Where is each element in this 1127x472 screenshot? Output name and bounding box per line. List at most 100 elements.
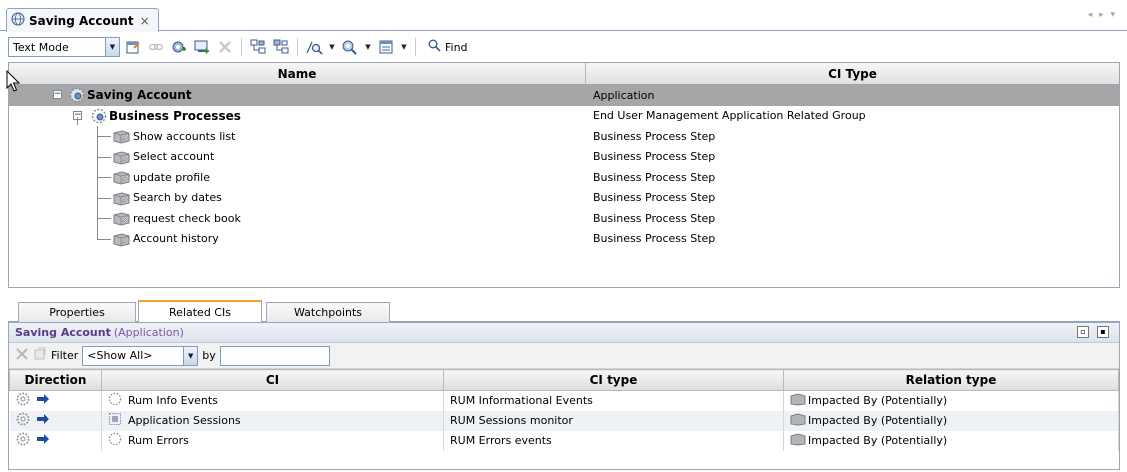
column-header-ci-type[interactable]: CI Type bbox=[586, 63, 1119, 84]
ci-name: Rum Info Events bbox=[128, 394, 218, 408]
delete-icon[interactable] bbox=[215, 37, 235, 57]
column-header-name[interactable]: Name bbox=[9, 63, 586, 84]
search-ci-icon[interactable] bbox=[340, 37, 360, 57]
tree-row[interactable]: request check book Business Process Step bbox=[9, 208, 1119, 229]
tree-row[interactable]: Search by dates Business Process Step bbox=[9, 187, 1119, 208]
tree-type-cell: Application bbox=[593, 88, 655, 102]
collapse-icon[interactable]: − bbox=[53, 90, 62, 99]
find-button[interactable]: Find bbox=[422, 37, 474, 57]
tree-line bbox=[97, 156, 111, 158]
tree-type-cell: Business Process Step bbox=[593, 211, 716, 225]
mode-select[interactable]: Text Mode ▼ bbox=[8, 37, 120, 57]
business-process-icon bbox=[91, 108, 107, 124]
tree-row[interactable]: Account history Business Process Step bbox=[9, 228, 1119, 250]
ci-name: Rum Errors bbox=[128, 434, 189, 447]
tab-title: Saving Account bbox=[29, 13, 134, 28]
related-ci-row[interactable]: Application Sessions RUM Sessions monitor… bbox=[9, 410, 1119, 431]
tree-name-cell: Account history bbox=[9, 228, 586, 250]
tab-watchpoints[interactable]: Watchpoints bbox=[266, 302, 390, 322]
tree-row-label: Select account bbox=[133, 150, 215, 164]
relation-type: Impacted By (Potentially) bbox=[808, 434, 948, 447]
properties-icon[interactable] bbox=[123, 37, 143, 57]
chevron-down-icon[interactable]: ▼ bbox=[363, 43, 373, 51]
mouse-cursor-icon bbox=[6, 70, 20, 92]
relation-type: Impacted By (Potentially) bbox=[808, 394, 948, 408]
tree-row-label: Search by dates bbox=[133, 191, 222, 205]
tree-name-cell: update profile bbox=[9, 167, 586, 188]
tree-type-cell: Business Process Step bbox=[593, 129, 716, 143]
by-label: by bbox=[202, 349, 216, 362]
maximize-icon[interactable]: ▪ bbox=[1097, 326, 1109, 338]
direction-cell bbox=[9, 410, 102, 431]
relation-icon bbox=[790, 392, 806, 409]
related-ci-row[interactable]: Rum Info Events RUM Informational Events I… bbox=[9, 390, 1119, 411]
refresh-icon[interactable] bbox=[33, 347, 47, 364]
panel-window-controls: ▫ ▪ bbox=[1077, 326, 1109, 338]
tab-related-cis[interactable]: Related CIs bbox=[138, 300, 262, 323]
panel-title-ci: Saving Account bbox=[15, 326, 111, 339]
related-ci-row[interactable]: Rum Errors RUM Errors events Impacted By (… bbox=[9, 430, 1119, 451]
direction-cell bbox=[9, 390, 102, 411]
tree-type-cell: Business Process Step bbox=[593, 232, 716, 246]
add-related-icon[interactable] bbox=[192, 37, 212, 57]
tree-type-cell: Business Process Step bbox=[593, 150, 716, 164]
restore-icon[interactable]: ▫ bbox=[1077, 326, 1089, 338]
add-ci-icon[interactable] bbox=[169, 37, 189, 57]
filter-text-input[interactable] bbox=[219, 345, 330, 366]
relation-type-cell: Impacted By (Potentially) bbox=[783, 430, 1119, 451]
tree-row[interactable]: − Business Processes End User Management A… bbox=[9, 106, 1119, 127]
tree-row-label: request check book bbox=[133, 211, 241, 225]
session-monitor-icon bbox=[108, 412, 122, 429]
column-header-relation-type[interactable]: Relation type bbox=[783, 369, 1119, 391]
expand-icon[interactable] bbox=[248, 37, 268, 57]
filter-label: Filter bbox=[51, 349, 79, 362]
tree-row[interactable]: update profile Business Process Step bbox=[9, 167, 1119, 188]
chevron-down-icon[interactable]: ▼ bbox=[399, 43, 409, 51]
event-icon bbox=[108, 432, 122, 449]
chevron-down-icon[interactable]: ▼ bbox=[105, 38, 119, 56]
tree-row[interactable]: Select account Business Process Step bbox=[9, 146, 1119, 167]
tree-header: Name CI Type bbox=[9, 63, 1119, 85]
ci-gear-icon bbox=[16, 412, 30, 429]
tab-saving-account[interactable]: Saving Account × bbox=[6, 8, 159, 32]
relation-type-cell: Impacted By (Potentially) bbox=[783, 410, 1119, 431]
tree-row-label: Show accounts list bbox=[133, 129, 236, 143]
arrow-right-icon bbox=[36, 433, 50, 448]
step-icon bbox=[112, 231, 130, 247]
tree-body: − Saving Account Application − Business Proc… bbox=[9, 85, 1119, 249]
collapse-icon[interactable] bbox=[271, 37, 291, 57]
chevron-down-icon[interactable]: ▼ bbox=[183, 346, 198, 365]
tree-line bbox=[97, 177, 111, 178]
tab-properties[interactable]: Properties bbox=[18, 302, 136, 322]
ci-name: Application Sessions bbox=[128, 414, 241, 427]
globe-icon bbox=[11, 12, 25, 29]
tree-line bbox=[97, 218, 111, 219]
delete-icon[interactable] bbox=[15, 347, 29, 364]
arrow-right-icon bbox=[36, 393, 50, 408]
ci-cell: Rum Info Events bbox=[101, 390, 444, 411]
application-icon bbox=[69, 87, 85, 103]
chevron-down-icon[interactable]: ▼ bbox=[327, 43, 337, 51]
layout-icon[interactable] bbox=[376, 37, 396, 57]
tree-row[interactable]: Show accounts list Business Process Step bbox=[9, 126, 1119, 147]
related-cis-table: Direction CI CI type Relation type Rum I… bbox=[9, 369, 1119, 451]
toolbar-separator bbox=[415, 38, 416, 56]
relation-icon bbox=[790, 412, 806, 429]
ci-type-cell: RUM Sessions monitor bbox=[443, 410, 784, 431]
event-icon bbox=[108, 392, 122, 409]
zoom-icon[interactable] bbox=[304, 37, 324, 57]
tree-type-cell: End User Management Application Related … bbox=[593, 109, 866, 123]
toolbar: Text Mode ▼ ▼ ▼ ▼ Find bbox=[8, 34, 1120, 60]
column-header-ci-type[interactable]: CI type bbox=[443, 369, 784, 391]
tab-nav-icons[interactable]: ◂ ▸ ▾ bbox=[1088, 10, 1117, 20]
arrow-right-icon bbox=[36, 413, 50, 428]
tree-row[interactable]: − Saving Account Application bbox=[9, 85, 1119, 106]
tree-row-label: update profile bbox=[133, 170, 210, 184]
filter-select[interactable]: <Show All> ▼ bbox=[82, 345, 199, 366]
close-icon[interactable]: × bbox=[140, 14, 150, 28]
column-header-ci[interactable]: CI bbox=[101, 369, 444, 391]
toolbar-separator bbox=[297, 38, 298, 56]
filter-select-value: <Show All> bbox=[87, 349, 153, 362]
link-icon[interactable] bbox=[146, 37, 166, 57]
column-header-direction[interactable]: Direction bbox=[9, 369, 102, 391]
